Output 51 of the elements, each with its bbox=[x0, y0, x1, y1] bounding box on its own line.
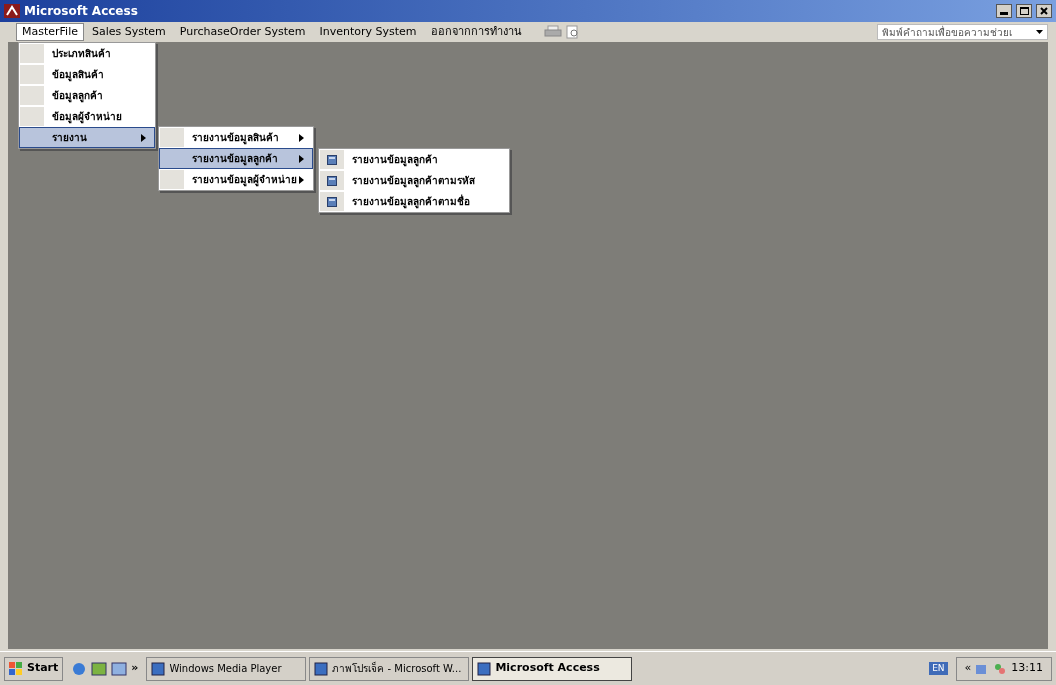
submenu-arrow-icon bbox=[299, 154, 304, 163]
menu-item[interactable]: ข้อมูลลูกค้า bbox=[19, 85, 155, 106]
menu-bar-item[interactable]: MasterFile bbox=[16, 23, 84, 41]
window-title: Microsoft Access bbox=[24, 3, 138, 20]
submenu-arrow-icon bbox=[141, 133, 146, 142]
report-icon bbox=[327, 196, 337, 207]
menu-item[interactable]: รายงานข้อมูลลูกค้า bbox=[319, 149, 509, 170]
dropdown-arrow-icon bbox=[1036, 30, 1043, 34]
app-icon bbox=[4, 4, 20, 18]
maximize-button[interactable] bbox=[1016, 4, 1032, 18]
menu-item[interactable]: รายงานข้อมูลลูกค้าตามชื่อ bbox=[319, 191, 509, 212]
window-icon bbox=[477, 661, 492, 676]
menu-bar-item[interactable]: ออกจากการทำงาน bbox=[424, 23, 528, 41]
menu-item[interactable]: รายงาน bbox=[19, 127, 155, 148]
minimize-button[interactable] bbox=[996, 4, 1012, 18]
report-icon bbox=[327, 154, 337, 165]
desktop-icon[interactable] bbox=[91, 660, 108, 677]
tray-expand[interactable]: « bbox=[964, 660, 972, 677]
window-icon bbox=[151, 661, 166, 676]
people-icon[interactable] bbox=[993, 661, 1008, 676]
menu-item[interactable]: รายงานข้อมูลลูกค้าตามรหัส bbox=[319, 170, 509, 191]
submenu-arrow-icon bbox=[299, 133, 304, 142]
print-preview-icon[interactable] bbox=[565, 25, 580, 39]
menu-item[interactable]: ข้อมูลผู้จำหน่าย bbox=[19, 106, 155, 127]
menu-bar-item[interactable]: PurchaseOrder System bbox=[173, 23, 312, 41]
windows-flag-icon bbox=[9, 661, 23, 676]
printer-icon[interactable] bbox=[543, 25, 562, 39]
browser-icon[interactable] bbox=[71, 660, 88, 677]
start-button[interactable]: Start bbox=[4, 656, 64, 681]
more-chevron[interactable]: » bbox=[131, 660, 139, 677]
help-field[interactable]: พิมพ์คำถามเพื่อขอความช่วยเ bbox=[877, 24, 1048, 40]
menu-item[interactable]: รายงานข้อมูลลูกค้า bbox=[159, 148, 313, 169]
language-indicator[interactable]: EN bbox=[929, 661, 948, 676]
taskbar-button[interactable]: Microsoft Access bbox=[472, 656, 633, 681]
clock: 13:11 bbox=[1011, 660, 1043, 677]
taskbar-button[interactable]: ภาพโปรเจ็ค - Microsoft W... bbox=[309, 656, 470, 681]
report-icon bbox=[327, 175, 337, 186]
close-button[interactable] bbox=[1036, 4, 1052, 18]
submenu-arrow-icon bbox=[299, 175, 304, 184]
taskbar-button[interactable]: Windows Media Player bbox=[146, 656, 307, 681]
menu-item[interactable]: รายงานข้อมูลผู้จำหน่าย bbox=[159, 169, 313, 190]
menu-item[interactable]: ประเภทสินค้า bbox=[19, 43, 155, 64]
menu-bar-item[interactable]: Sales System bbox=[86, 23, 172, 41]
menu-bar-item[interactable]: Inventory System bbox=[313, 23, 423, 41]
minimize-icon bbox=[1000, 12, 1008, 15]
media-icon[interactable] bbox=[111, 660, 128, 677]
menu-item[interactable]: ข้อมูลสินค้า bbox=[19, 64, 155, 85]
window-icon bbox=[314, 661, 329, 676]
maximize-icon bbox=[1019, 7, 1029, 15]
close-icon bbox=[1040, 7, 1048, 15]
menu-item[interactable]: รายงานข้อมูลสินค้า bbox=[159, 127, 313, 148]
